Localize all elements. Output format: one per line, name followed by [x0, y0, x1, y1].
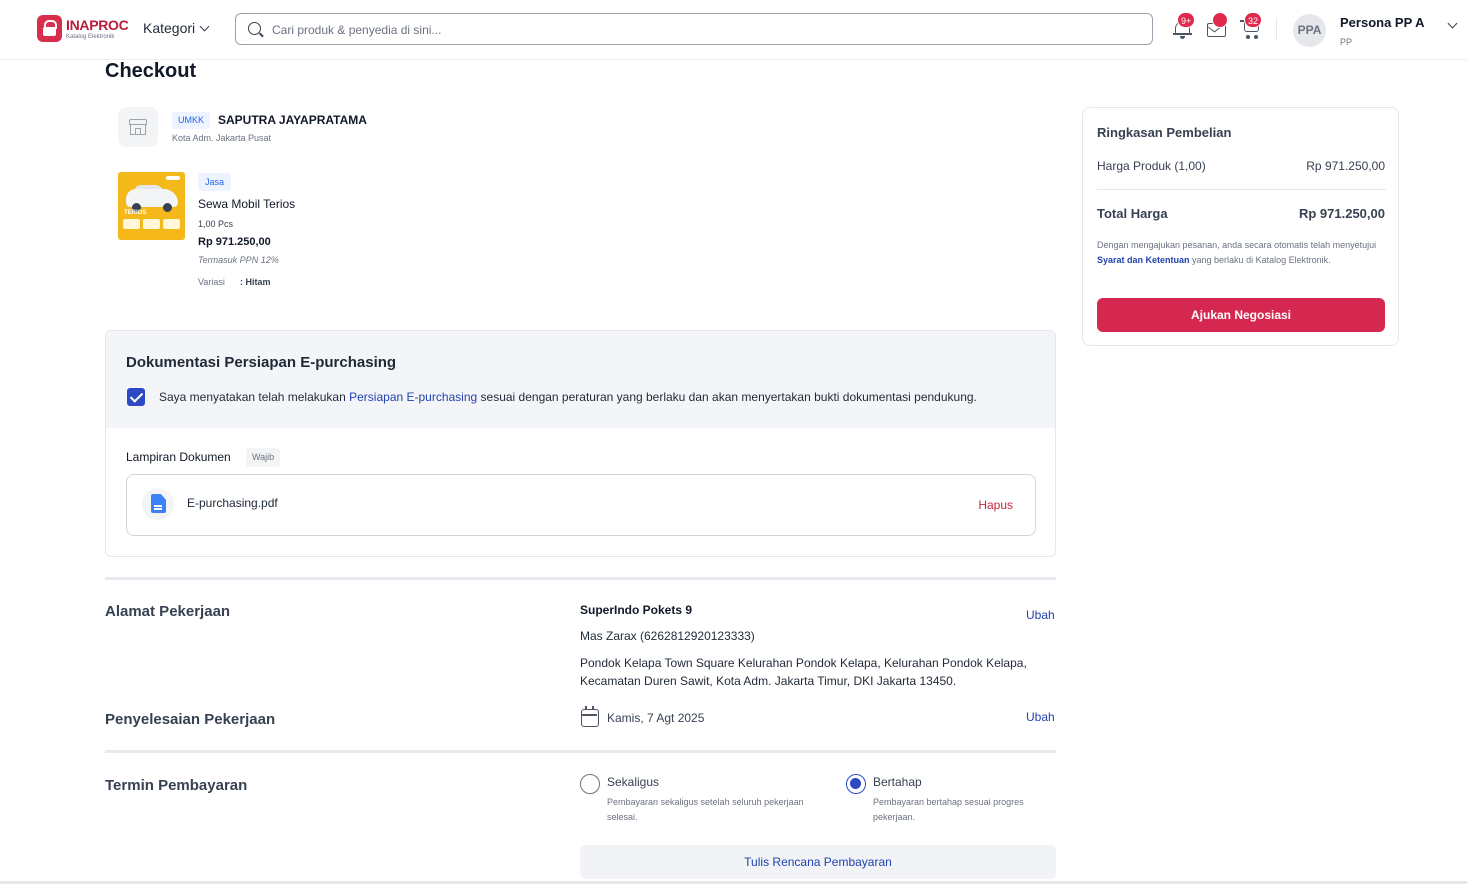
edit-completion-date-button[interactable]: Ubah	[1026, 710, 1055, 724]
kategori-label: Kategori	[143, 20, 196, 36]
terms-note: Dengan mengajukan pesanan, anda secara o…	[1097, 240, 1377, 265]
search-bar[interactable]	[235, 13, 1153, 45]
user-role: PP	[1340, 37, 1353, 47]
documentation-header: Dokumentasi Persiapan E-purchasing Saya …	[106, 331, 1055, 428]
completion-section-title: Penyelesaian Pekerjaan	[105, 711, 276, 728]
product-price-label: Harga Produk (1,00)	[1097, 159, 1206, 173]
edit-address-button[interactable]: Ubah	[1026, 608, 1055, 622]
file-name[interactable]: E-purchasing.pdf	[187, 496, 278, 510]
agreement-statement: Saya menyatakan telah melakukan Persiapa…	[159, 390, 977, 404]
total-price-value: Rp 971.250,00	[1298, 206, 1385, 221]
header-divider	[1276, 18, 1277, 40]
payment-option-label[interactable]: Bertahap	[873, 775, 922, 789]
product-image[interactable]: TERIOS	[118, 172, 185, 240]
product-price: Rp 971.250,00	[198, 236, 271, 248]
payment-option-desc: Pembayaran bertahap sesuai progres peker…	[873, 797, 1024, 822]
address-line: Pondok Kelapa Town Square Kelurahan Pond…	[580, 656, 1027, 688]
address-contact: Mas Zarax (6262812920123333)	[580, 629, 755, 643]
store-icon	[118, 107, 158, 147]
avatar[interactable]: PPA	[1293, 14, 1326, 47]
kategori-dropdown[interactable]: Kategori	[143, 20, 210, 36]
logo-title: INAPROC	[66, 16, 129, 33]
calendar-icon	[581, 706, 599, 727]
purchase-summary-card: Ringkasan Pembelian Harga Produk (1,00) …	[1082, 107, 1399, 346]
section-divider	[105, 750, 1056, 753]
submit-negotiation-button[interactable]: Ajukan Negosiasi	[1097, 298, 1385, 332]
required-badge: Wajib	[246, 448, 281, 467]
document-file-icon	[151, 494, 166, 513]
agreement-checkbox[interactable]	[127, 388, 145, 406]
payment-section-title: Termin Pembayaran	[105, 777, 248, 794]
inaproc-logo[interactable]: INAPROC Katalog Elektronik	[37, 15, 129, 42]
delete-file-button[interactable]: Hapus	[978, 498, 1013, 512]
search-input[interactable]	[272, 20, 1132, 40]
chevron-down-icon	[199, 21, 210, 31]
message-dot-badge	[1212, 12, 1228, 28]
documentation-title: Dokumentasi Persiapan E-purchasing	[126, 354, 397, 371]
completion-date: Kamis, 7 Agt 2025	[607, 711, 705, 725]
attachment-label: Lampiran Dokumen	[126, 450, 231, 464]
shopping-bag-icon	[37, 15, 62, 42]
variant-label: Variasi	[198, 277, 225, 287]
store-location: Kota Adm. Jakarta Pusat	[172, 133, 272, 143]
page-title: Checkout	[105, 60, 197, 82]
address-name: SuperIndo Pokets 9	[580, 603, 693, 617]
payment-option-desc: Pembayaran sekaligus setelah seluruh pek…	[607, 797, 804, 822]
payment-option-bertahap-radio[interactable]	[846, 774, 866, 794]
cart-badge: 32	[1244, 12, 1263, 28]
search-icon	[248, 22, 261, 35]
payment-option-sekaligus-radio[interactable]	[580, 774, 600, 794]
section-divider	[105, 577, 1056, 580]
terms-link[interactable]: Syarat dan Ketentuan	[1097, 255, 1190, 265]
product-type-badge: Jasa	[198, 173, 232, 191]
top-header: INAPROC Katalog Elektronik Kategori 9+ 3…	[0, 0, 1467, 60]
store-name[interactable]: SAPUTRA JAYAPRATAMA	[218, 113, 367, 127]
documentation-card: Dokumentasi Persiapan E-purchasing Saya …	[105, 330, 1056, 557]
umkk-badge: UMKK	[172, 112, 211, 129]
logo-subtitle: Katalog Elektronik	[66, 33, 115, 40]
chevron-down-icon[interactable]	[1447, 18, 1458, 29]
total-price-label: Total Harga	[1097, 206, 1168, 221]
product-name[interactable]: Sewa Mobil Terios	[198, 197, 295, 211]
notification-badge: 9+	[1177, 12, 1196, 28]
product-tax-note: Termasuk PPN 12%	[198, 255, 279, 265]
product-price-value: Rp 971.250,00	[1306, 159, 1385, 173]
summary-title: Ringkasan Pembelian	[1097, 125, 1232, 140]
summary-divider	[1097, 189, 1386, 190]
persiapan-e-purchasing-link[interactable]: Persiapan E-purchasing	[349, 390, 477, 404]
product-image-tag: TERIOS	[124, 210, 147, 216]
user-name[interactable]: Persona PP A	[1340, 15, 1425, 30]
address-section-title: Alamat Pekerjaan	[105, 603, 231, 620]
product-quantity: 1,00 Pcs	[198, 219, 234, 229]
payment-option-label[interactable]: Sekaligus	[607, 775, 659, 789]
attached-file: E-purchasing.pdf Hapus	[126, 474, 1036, 536]
variant-value: : Hitam	[240, 277, 271, 287]
write-payment-plan-button[interactable]: Tulis Rencana Pembayaran	[580, 845, 1056, 879]
